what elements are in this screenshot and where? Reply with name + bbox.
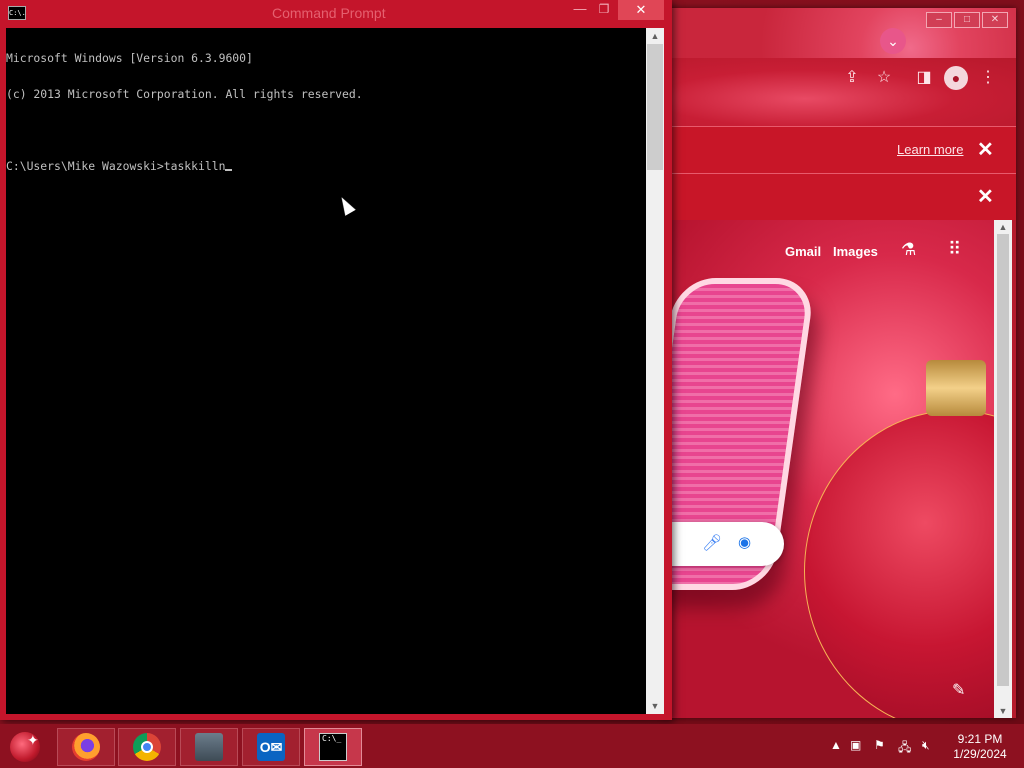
cmd-title-bar[interactable]: C:\. Command Prompt — ❐ ✕: [0, 0, 672, 24]
scroll-up-arrow-icon[interactable]: ▲: [646, 28, 664, 44]
clock[interactable]: 9:21 PM 1/29/2024: [948, 732, 1012, 762]
chrome-toolbar: ⇪ ☆ ◨ ● ⋮: [664, 58, 1016, 126]
edit-pencil-icon[interactable]: ✎: [952, 680, 965, 700]
taskbar-firefox[interactable]: [57, 728, 115, 766]
taskbar: ✦ O✉ C:\_ ▲ ▣ ⚑ 🖧︎ 🔇︎ 9:21 PM 1/29/2024: [0, 724, 1024, 768]
profile-icon[interactable]: ●: [944, 66, 968, 90]
maximize-button[interactable]: ❐: [592, 0, 616, 20]
scrollbar-thumb[interactable]: [647, 44, 663, 170]
chrome-minimize-button[interactable]: –: [926, 12, 952, 28]
start-button[interactable]: ✦: [10, 732, 40, 762]
ornament-start-icon: ✦: [27, 732, 39, 748]
camera-lens-icon[interactable]: ◉: [738, 533, 751, 551]
scrollbar-thumb[interactable]: [997, 234, 1009, 686]
flag-icon[interactable]: ⚑: [874, 738, 885, 752]
infobar-close-icon[interactable]: ✕: [977, 184, 994, 209]
scroll-down-arrow-icon[interactable]: ▼: [994, 704, 1012, 718]
google-homepage: Gmail Images ⚗ ⠿ 🎤︎ ◉ ✎: [664, 220, 994, 718]
images-link[interactable]: Images: [833, 244, 878, 259]
mic-icon[interactable]: 🎤︎: [702, 533, 722, 553]
chrome-title-bar[interactable]: – □ ✕ ⌄: [664, 8, 1016, 58]
taskbar-remote-desktop[interactable]: [180, 728, 238, 766]
console-line: (c) 2013 Microsoft Corporation. All righ…: [6, 87, 363, 101]
chrome-window[interactable]: – □ ✕ ⌄ ⇪ ☆ ◨ ● ⋮ Learn more ✕ ✕ Gmail I…: [664, 8, 1016, 718]
chrome-page-scrollbar[interactable]: ▲ ▼: [994, 220, 1012, 718]
remote-desktop-icon: [195, 733, 223, 761]
close-button[interactable]: ✕: [618, 0, 664, 20]
chevron-down-icon[interactable]: ⌄: [880, 28, 906, 54]
chrome-icon: [133, 733, 161, 761]
share-icon[interactable]: ⇪: [840, 66, 864, 90]
cmd-scrollbar[interactable]: ▲ ▼: [646, 28, 664, 714]
chrome-maximize-button[interactable]: □: [954, 12, 980, 28]
minimize-button[interactable]: —: [568, 0, 592, 20]
window-title: Command Prompt: [272, 5, 386, 21]
gmail-link[interactable]: Gmail: [785, 244, 821, 259]
outlook-icon: O✉: [257, 733, 285, 761]
taskbar-outlook[interactable]: O✉: [242, 728, 300, 766]
infobar-notice-2: ✕: [664, 173, 1016, 220]
console-line: Microsoft Windows [Version 6.3.9600]: [6, 51, 253, 65]
labs-flask-icon[interactable]: ⚗: [901, 240, 916, 260]
volume-muted-icon[interactable]: 🔇︎: [922, 738, 930, 753]
text-cursor: [225, 169, 233, 171]
scroll-up-arrow-icon[interactable]: ▲: [994, 220, 1012, 234]
infobar-notice: Learn more ✕: [664, 126, 1016, 173]
infobar-close-icon[interactable]: ✕: [977, 137, 994, 162]
console-prompt-line[interactable]: C:\Users\Mike Wazowski>taskkilln: [6, 160, 646, 172]
scroll-down-arrow-icon[interactable]: ▼: [646, 698, 664, 714]
taskbar-command-prompt[interactable]: C:\_: [304, 728, 362, 766]
command-prompt-window[interactable]: C:\. Command Prompt — ❐ ✕ Microsoft Wind…: [0, 0, 672, 720]
clock-time: 9:21 PM: [957, 732, 1003, 746]
cmd-app-icon[interactable]: C:\.: [8, 6, 26, 20]
chrome-close-button[interactable]: ✕: [982, 12, 1008, 28]
doodle-ornament: [804, 410, 994, 718]
bookmark-star-icon[interactable]: ☆: [872, 66, 896, 90]
show-hidden-icons-arrow[interactable]: ▲: [830, 738, 842, 752]
action-center-icon[interactable]: ▣: [850, 738, 861, 752]
more-menu-icon[interactable]: ⋮: [976, 66, 1000, 90]
clock-date: 1/29/2024: [953, 747, 1007, 761]
cmd-icon: C:\_: [319, 733, 347, 761]
google-search-box[interactable]: 🎤︎ ◉: [664, 522, 784, 566]
learn-more-link[interactable]: Learn more: [897, 142, 963, 157]
network-icon[interactable]: 🖧︎: [898, 738, 911, 759]
firefox-icon: [72, 733, 100, 761]
side-panel-icon[interactable]: ◨: [912, 66, 936, 90]
apps-grid-icon[interactable]: ⠿: [948, 240, 961, 258]
console-prompt-text[interactable]: C:\Users\Mike Wazowski>taskkilln: [6, 159, 225, 173]
taskbar-chrome[interactable]: [118, 728, 176, 766]
console-output[interactable]: Microsoft Windows [Version 6.3.9600] (c)…: [6, 28, 646, 714]
doodle-ornament-cap: [926, 360, 986, 416]
